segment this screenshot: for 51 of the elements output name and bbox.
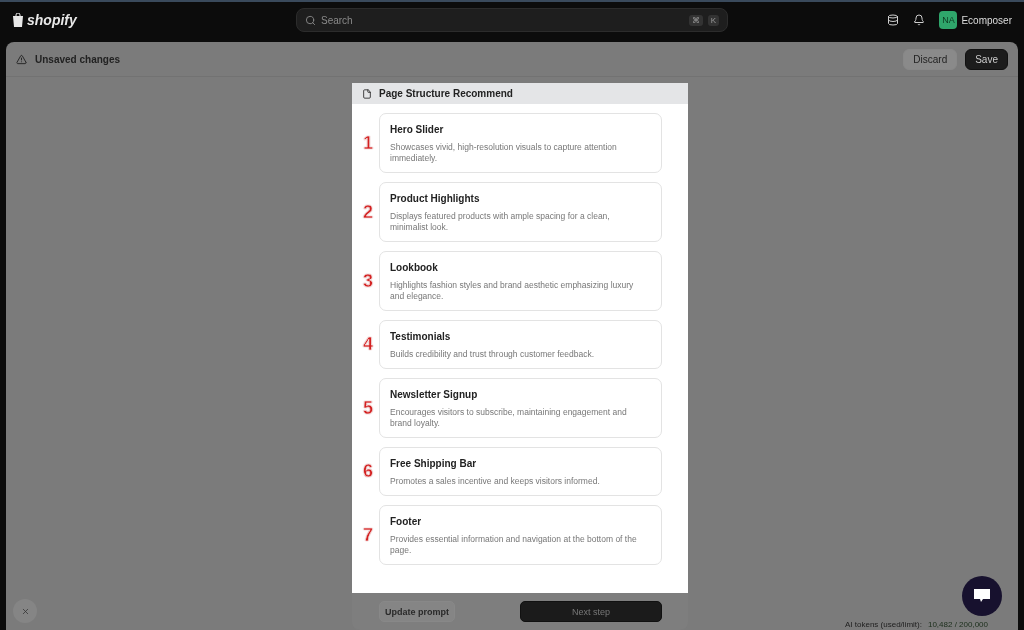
shortcut-key: ⌘ xyxy=(688,14,703,26)
section-description: Encourages visitors to subscribe, maintaining engagement and brand loyalty. xyxy=(390,407,628,429)
section-card[interactable]: Footer Provides essential information and navigation at the bottom of the page. xyxy=(379,505,662,565)
save-button[interactable]: Save xyxy=(965,48,1008,70)
update-prompt-button[interactable]: Update prompt xyxy=(379,601,455,622)
section-card[interactable]: Hero Slider Showcases vivid, high-resolution visuals to capture attention immediately. xyxy=(379,113,662,173)
shopify-logo[interactable]: shopify xyxy=(12,12,296,28)
section-number: 3 xyxy=(362,270,374,292)
section-number: 7 xyxy=(362,524,374,546)
search-icon xyxy=(305,14,316,26)
document-icon xyxy=(362,88,372,99)
section-number: 1 xyxy=(362,132,374,154)
shortcut-key: K xyxy=(707,14,719,26)
section-title: Newsletter Signup xyxy=(390,389,479,400)
section-card[interactable]: Product Highlights Displays featured products with ample spacing for a clean, minimalist look. xyxy=(379,182,662,242)
discard-button[interactable]: Discard xyxy=(903,48,958,70)
section-card[interactable]: Lookbook Highlights fashion styles and brand aesthetic emphasizing luxury and elegance. xyxy=(379,251,662,311)
section-description: Displays featured products with ample spacing for a clean, minimalist look. xyxy=(390,211,611,233)
section-number: 5 xyxy=(362,397,374,419)
section-description: Highlights fashion styles and brand aesthetic emphasizing luxury and elegance. xyxy=(390,280,635,302)
section-card[interactable]: Newsletter Signup Encourages visitors to subscribe, maintaining engagement and brand loyalty. xyxy=(379,378,662,438)
section-card[interactable]: Testimonials Builds credibility and trust through customer feedback. xyxy=(379,320,662,369)
dialog-title: Page Structure Recommend xyxy=(379,88,513,99)
chat-button[interactable] xyxy=(962,576,1002,616)
section-description: Showcases vivid, high-resolution visuals to capture attention immediately. xyxy=(390,142,618,164)
section-description: Promotes a sales incentive and keeps visitors informed. xyxy=(390,476,601,487)
section-title: Testimonials xyxy=(390,331,452,342)
section-number: 2 xyxy=(362,201,374,223)
section-number: 4 xyxy=(362,334,374,355)
section-title: Product Highlights xyxy=(390,193,481,204)
section-number: 6 xyxy=(362,461,374,482)
chat-bubble-icon xyxy=(973,588,991,604)
search-field[interactable]: Search ⌘ K xyxy=(296,8,728,32)
store-name[interactable]: Ecomposer xyxy=(961,14,1012,26)
section-title: Footer xyxy=(390,516,423,527)
section-card[interactable]: Free Shipping Bar Promotes a sales incentive and keeps visitors informed. xyxy=(379,447,662,496)
section-description: Provides essential information and navigation at the bottom of the page. xyxy=(390,534,638,556)
section-description: Builds credibility and trust through customer feedback. xyxy=(390,349,596,360)
section-title: Free Shipping Bar xyxy=(390,458,478,469)
notification-bell-icon[interactable] xyxy=(913,14,926,26)
database-icon[interactable] xyxy=(887,14,900,26)
section-title: Hero Slider xyxy=(390,124,445,135)
tokens-value: 10,482 / 200,000 xyxy=(927,620,988,629)
section-title: Lookbook xyxy=(390,262,439,273)
store-avatar[interactable]: NA xyxy=(939,11,958,29)
unsaved-changes-message: Unsaved changes xyxy=(35,53,121,65)
tokens-label: AI tokens (used/limit): xyxy=(845,620,922,629)
close-icon xyxy=(20,606,30,616)
warning-icon xyxy=(16,53,27,65)
next-step-button[interactable]: Next step xyxy=(520,601,662,622)
shopping-bag-icon xyxy=(12,13,24,27)
